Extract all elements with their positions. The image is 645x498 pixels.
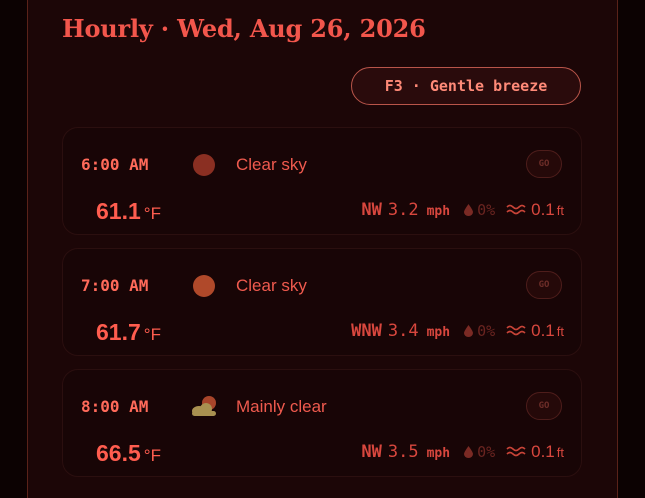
hour-card[interactable]: 7:00 AM Clear sky GO 61.7 °F WNW 3.4 mph … [62, 248, 582, 356]
wind-direction: WNW [351, 321, 382, 341]
wave-height: 0.1 [531, 200, 555, 219]
temperature: 61.1 °F [96, 198, 161, 225]
wave-unit: ft [556, 324, 564, 339]
temperature-value: 61.7 [96, 319, 141, 345]
wind-force-badge[interactable]: F3 · Gentle breeze [351, 67, 581, 105]
hour-card[interactable]: 8:00 AM Mainly clear GO 66.5 °F NW 3.5 mp… [62, 369, 582, 477]
hour-card[interactable]: 6:00 AM Clear sky GO 61.1 °F NW 3.2 mph 0… [62, 127, 582, 235]
temperature: 61.7 °F [96, 319, 161, 346]
hour-time: 7:00 AM [81, 276, 149, 295]
temperature: 66.5 °F [96, 440, 161, 467]
wind-unit: mph [426, 204, 451, 219]
condition-label: Clear sky [236, 155, 307, 174]
wind-unit: mph [426, 446, 451, 461]
temperature-unit: °F [143, 325, 161, 344]
hour-time: 6:00 AM [81, 155, 149, 174]
go-button[interactable]: GO [526, 150, 562, 178]
condition-label: Mainly clear [236, 397, 327, 416]
hour-metrics: NW 3.5 mph 0% 0.1 ft [361, 442, 564, 462]
temperature-unit: °F [143, 204, 161, 223]
waves-icon [506, 446, 526, 457]
waves-icon [506, 325, 526, 336]
wave-height: 0.1 [531, 321, 555, 340]
go-button[interactable]: GO [526, 271, 562, 299]
wind-speed: 3.4 [387, 321, 419, 341]
wind-direction: NW [361, 442, 382, 462]
waves-icon [506, 204, 526, 215]
wave-height: 0.1 [531, 442, 555, 461]
hour-time: 8:00 AM [81, 397, 149, 416]
temperature-value: 61.1 [96, 198, 141, 224]
hour-metrics: NW 3.2 mph 0% 0.1 ft [361, 200, 564, 220]
hour-metrics: WNW 3.4 mph 0% 0.1 ft [351, 321, 564, 341]
page-title: Hourly · Wed, Aug 26, 2026 [62, 14, 426, 43]
condition-label: Clear sky [236, 276, 307, 295]
go-button[interactable]: GO [526, 392, 562, 420]
precip-chance: 0% [477, 201, 496, 219]
temperature-unit: °F [143, 446, 161, 465]
droplet-icon [464, 446, 474, 458]
sun-dim-icon [193, 154, 215, 176]
wind-direction: NW [361, 200, 382, 220]
sun-icon [193, 275, 215, 297]
wind-speed: 3.2 [387, 200, 419, 220]
wave-unit: ft [556, 203, 564, 218]
droplet-icon [464, 325, 474, 337]
precip-chance: 0% [477, 322, 496, 340]
wind-unit: mph [426, 325, 451, 340]
droplet-icon [464, 204, 474, 216]
wave-unit: ft [556, 445, 564, 460]
wind-speed: 3.5 [387, 442, 419, 462]
sun-behind-cloud-icon [192, 396, 216, 416]
temperature-value: 66.5 [96, 440, 141, 466]
precip-chance: 0% [477, 443, 496, 461]
